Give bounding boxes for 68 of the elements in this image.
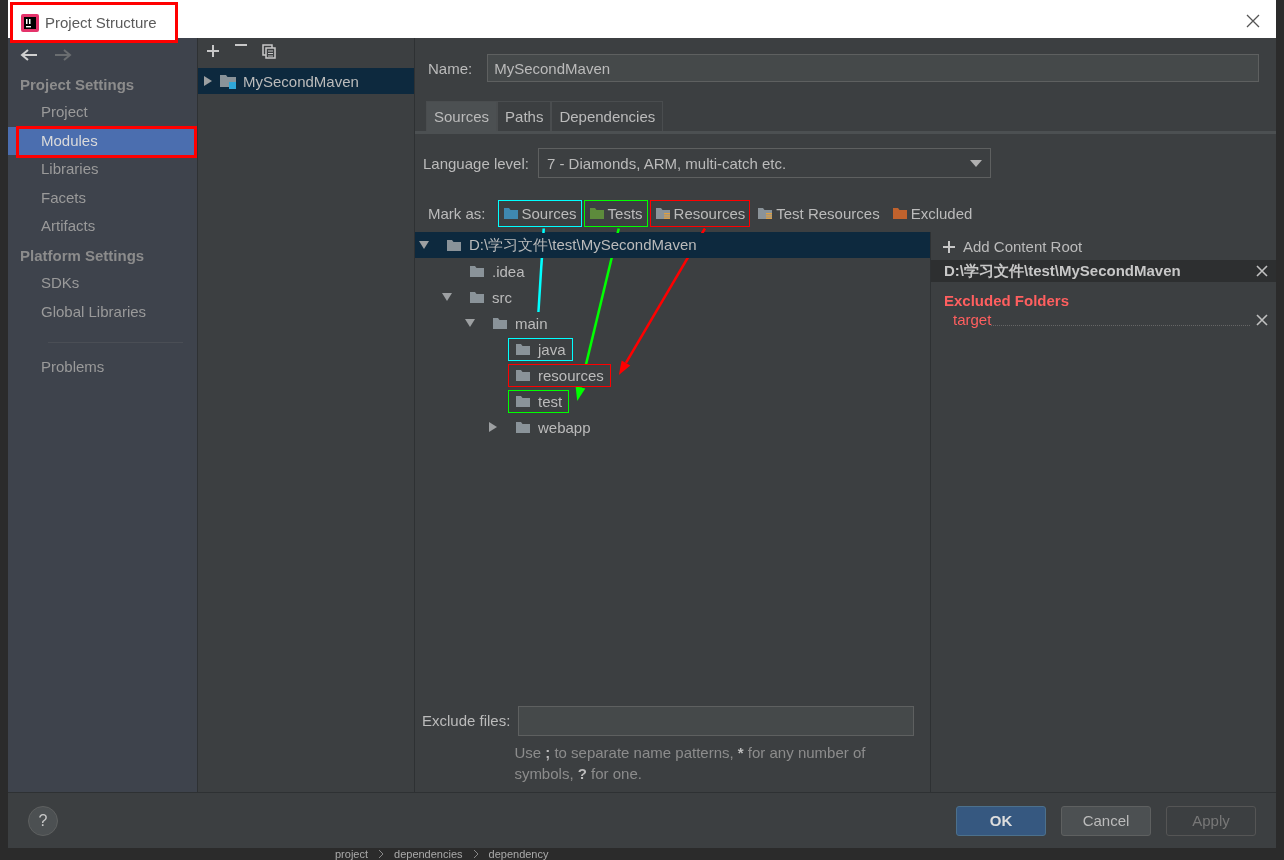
remove-button[interactable] bbox=[1256, 265, 1268, 277]
remove-button[interactable] bbox=[1256, 313, 1268, 326]
caret-icon bbox=[969, 159, 982, 167]
sidebar-item[interactable]: Libraries bbox=[8, 155, 197, 184]
mark-as-button[interactable]: Test Resources bbox=[752, 199, 885, 227]
chevron-icon bbox=[472, 850, 479, 858]
name-label: Name: bbox=[428, 59, 473, 77]
minus-icon bbox=[234, 44, 248, 46]
mark-as-button[interactable]: Tests bbox=[583, 199, 648, 227]
tab[interactable]: Sources bbox=[426, 101, 498, 131]
folder-icon bbox=[446, 238, 462, 252]
folder-icon bbox=[515, 394, 531, 408]
language-level-dropdown[interactable]: 7 - Diamonds, ARM, multi-catch etc. bbox=[537, 148, 991, 178]
sidebar-item[interactable]: Project bbox=[8, 98, 197, 127]
folder-icon bbox=[515, 420, 531, 434]
expand-arrow-icon bbox=[203, 76, 213, 86]
module-item[interactable]: MySecondMaven bbox=[219, 72, 359, 90]
mark-as-button[interactable]: Sources bbox=[497, 199, 582, 227]
content-root-path: D:\学习文件\test\MySecondMaven bbox=[944, 261, 1181, 281]
name-field[interactable]: MySecondMaven bbox=[487, 54, 1259, 82]
plus-icon bbox=[943, 240, 955, 253]
sidebar-item[interactable]: SDKs bbox=[8, 268, 197, 298]
excluded-folder: target bbox=[953, 311, 992, 328]
breadcrumb[interactable]: dependency bbox=[488, 848, 549, 860]
tab[interactable]: Paths bbox=[497, 101, 552, 131]
section-heading: Platform Settings bbox=[19, 245, 146, 266]
forward-arrow-icon bbox=[54, 48, 72, 62]
folder-icon bbox=[492, 316, 508, 330]
language-level-label: Language level: bbox=[423, 154, 529, 172]
sidebar-item[interactable]: Artifacts bbox=[8, 212, 197, 241]
dialog-button[interactable]: Cancel bbox=[1061, 805, 1151, 836]
copy-icon bbox=[262, 44, 276, 59]
sidebar-item[interactable]: Modules bbox=[8, 126, 197, 156]
sidebar-item[interactable]: Facets bbox=[8, 183, 197, 213]
folder-icon bbox=[515, 342, 531, 356]
exclude-files-field[interactable] bbox=[518, 706, 915, 736]
tree-node[interactable]: test bbox=[508, 389, 570, 413]
dropdown-value: 7 - Diamonds, ARM, multi-catch etc. bbox=[546, 154, 787, 172]
close-icon bbox=[1256, 265, 1268, 277]
app-logo-icon bbox=[21, 13, 39, 32]
folder-icon bbox=[469, 290, 485, 304]
add-content-root-button[interactable]: Add Content Root bbox=[931, 232, 1276, 259]
sidebar-item[interactable]: Global Libraries bbox=[8, 297, 197, 327]
hint-text: Use ; to separate name patterns, * for any number of symbols, ? for one. bbox=[514, 743, 867, 784]
back-arrow-icon bbox=[20, 48, 38, 62]
close-icon bbox=[1246, 14, 1260, 28]
chevron-icon bbox=[378, 850, 385, 858]
module-folder-icon bbox=[219, 73, 237, 89]
breadcrumb[interactable]: dependencies bbox=[394, 848, 463, 860]
close-icon bbox=[1256, 313, 1268, 326]
plus-icon bbox=[206, 44, 220, 59]
exclude-files-label: Exclude files: bbox=[422, 711, 511, 731]
mark-as-button[interactable]: Excluded bbox=[886, 199, 978, 227]
folder-icon bbox=[515, 368, 531, 382]
breadcrumb[interactable]: project bbox=[335, 848, 369, 860]
excluded-folders-heading: Excluded Folders bbox=[943, 291, 1071, 311]
tree-node[interactable]: resources bbox=[508, 363, 611, 387]
mark-as-button[interactable]: Resources bbox=[649, 199, 751, 227]
mark-as-label: Mark as: bbox=[428, 204, 486, 222]
window-title: Project Structure bbox=[45, 14, 157, 31]
back-button[interactable] bbox=[18, 46, 40, 64]
folder-icon bbox=[469, 264, 485, 278]
section-heading: Project Settings bbox=[19, 75, 136, 95]
dialog-button[interactable]: OK bbox=[956, 805, 1046, 836]
tree-node[interactable]: java bbox=[508, 337, 573, 361]
tab[interactable]: Dependencies bbox=[551, 101, 664, 131]
sidebar-item[interactable]: Problems bbox=[8, 353, 197, 382]
help-button[interactable]: ? bbox=[28, 805, 58, 836]
